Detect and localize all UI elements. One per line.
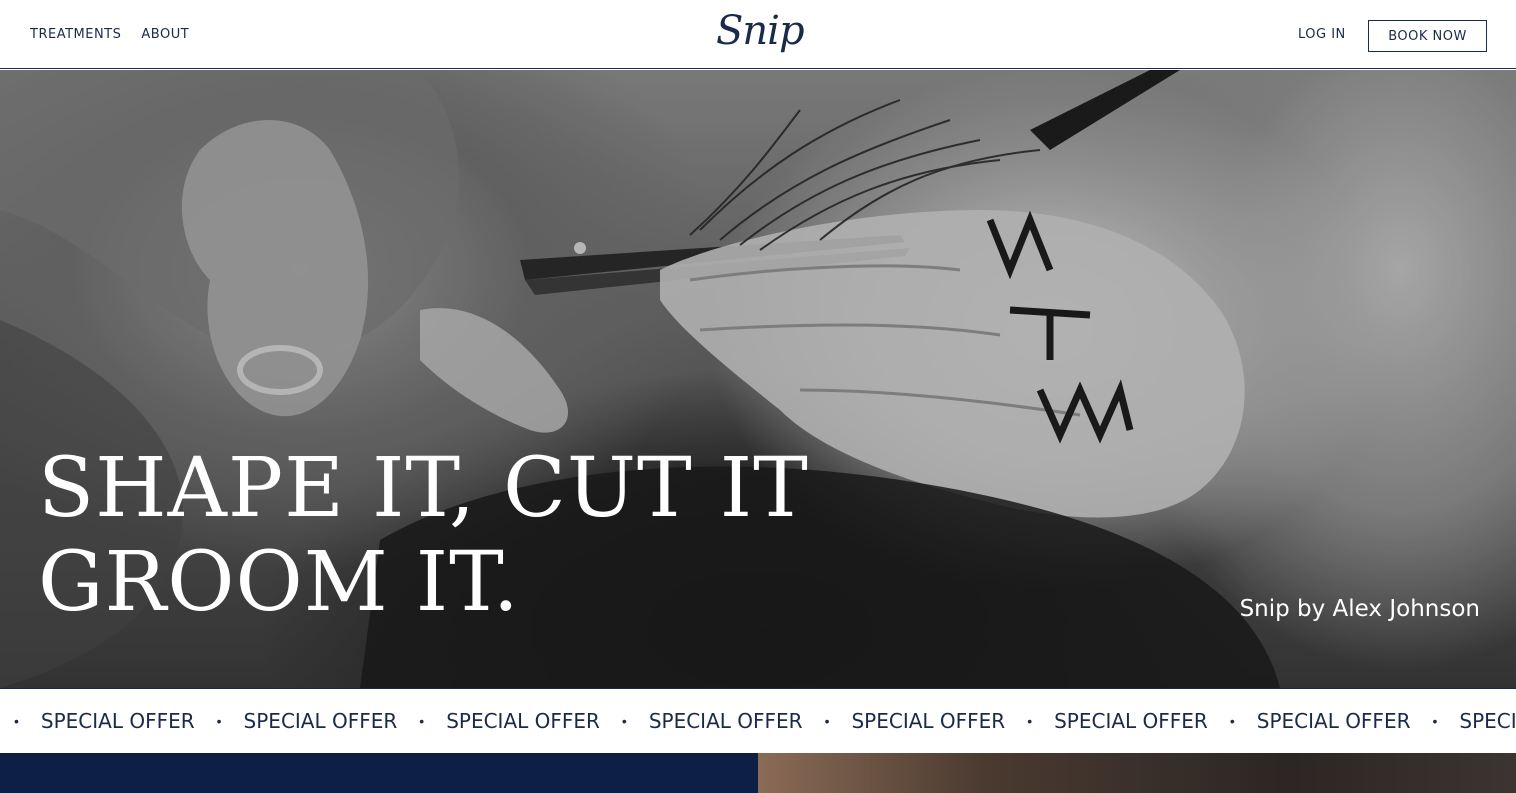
ticker-item: • SPECIAL OFFER <box>825 709 1028 733</box>
ticker-separator: • <box>621 713 627 729</box>
ticker-item: • SPECIAL OFFER <box>419 709 622 733</box>
ticker-item: • SPECIAL OFFER <box>217 709 420 733</box>
hero-headline-line2: GROOM IT. <box>38 535 520 630</box>
special-offer-ticker[interactable]: • SPECIAL OFFER • SPECIAL OFFER • SPECIA… <box>0 688 1516 753</box>
site-logo[interactable]: Snip <box>716 8 805 54</box>
ticker-separator: • <box>14 713 19 729</box>
ticker-item-label: SPECIAL OFFER <box>648 709 803 733</box>
ticker-separator: • <box>824 713 830 729</box>
hero-credit: Snip by Alex Johnson <box>1239 596 1480 622</box>
hero-section: SHAPE IT, CUT IT GROOM IT. Snip by Alex … <box>0 70 1516 688</box>
ticker-item-label: SPECIAL OFFER <box>1256 709 1411 733</box>
site-header: TREATMENTS ABOUT Snip LOG IN BOOK NOW <box>0 0 1516 69</box>
ticker-item: • SPECIAL OFFER <box>1230 709 1433 733</box>
ticker-item-label: SPECIAL OFFER <box>446 709 600 733</box>
ticker-separator: • <box>1229 713 1235 729</box>
ticker-track: • SPECIAL OFFER • SPECIAL OFFER • SPECIA… <box>0 709 1516 733</box>
nav-about-link[interactable]: ABOUT <box>141 27 189 42</box>
ticker-separator: • <box>1432 713 1438 729</box>
login-link[interactable]: LOG IN <box>1298 27 1346 42</box>
ticker-item: • SPECIAL OFFER <box>14 709 217 733</box>
nav-treatments-link[interactable]: TREATMENTS <box>30 27 121 42</box>
ticker-separator: • <box>1027 713 1033 729</box>
primary-nav: TREATMENTS ABOUT <box>30 27 189 42</box>
next-section-photo-panel <box>758 753 1516 793</box>
ticker-separator: • <box>216 713 222 729</box>
hero-headline: SHAPE IT, CUT IT GROOM IT. <box>38 442 838 630</box>
ticker-item-label: SPECIAL OFFER <box>40 709 195 733</box>
ticker-item-label: SPECIAL OFFER <box>851 709 1006 733</box>
ticker-separator: • <box>419 713 425 729</box>
ticker-item: • SPECIAL OFFER <box>1432 709 1516 733</box>
ticker-item-label: SPECIAL OFFER <box>243 709 398 733</box>
next-section-navy-panel <box>0 753 758 793</box>
ticker-item: • SPECIAL OFFER <box>1027 709 1230 733</box>
ticker-item-label: SPECIAL OFFER <box>1054 709 1208 733</box>
hero-headline-line1: SHAPE IT, CUT IT <box>38 441 809 536</box>
book-now-button[interactable]: BOOK NOW <box>1368 20 1487 52</box>
ticker-item: • SPECIAL OFFER <box>622 709 825 733</box>
ticker-item-label: SPECIAL OFFER <box>1459 709 1516 733</box>
